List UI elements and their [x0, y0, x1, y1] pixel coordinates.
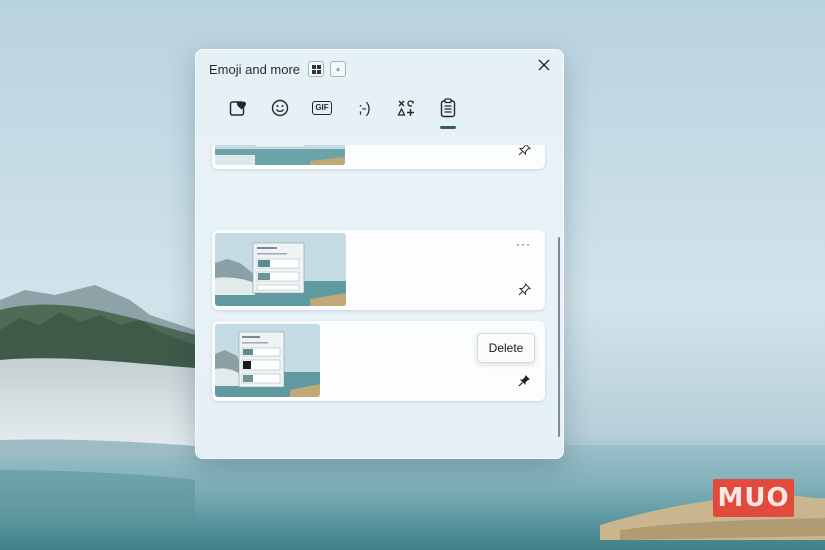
pin-icon[interactable] — [518, 145, 531, 156]
small-toggle-button[interactable]: ∘ — [330, 61, 347, 77]
grid-view-button[interactable] — [308, 61, 325, 77]
pin-icon[interactable] — [518, 283, 531, 296]
pinned-icon[interactable] — [518, 374, 531, 387]
heart-note-icon — [229, 101, 247, 116]
tab-favorites[interactable] — [217, 96, 259, 120]
category-tabs: GIF ;-) — [217, 96, 469, 129]
smiley-icon — [271, 99, 289, 117]
clip-image-thumbnail — [215, 324, 320, 397]
close-button[interactable] — [534, 55, 554, 75]
kaomoji-icon: ;-) — [358, 99, 370, 117]
panel-title: Emoji and more — [209, 61, 301, 77]
panel-header: Emoji and more ∘ — [209, 61, 347, 77]
scrollbar[interactable] — [558, 237, 560, 437]
watermark-logo: MUO — [713, 479, 794, 517]
more-options-button[interactable]: ··· — [516, 238, 531, 250]
tab-kaomoji[interactable]: ;-) — [343, 96, 385, 120]
clipboard-history-list[interactable]: ··· — [195, 145, 564, 459]
clipboard-icon — [440, 98, 456, 118]
tab-clipboard-history[interactable] — [427, 96, 469, 129]
clipboard-item[interactable] — [212, 145, 545, 169]
clip-image-thumbnail — [215, 145, 345, 165]
symbols-icon — [397, 100, 414, 116]
clip-image-thumbnail — [215, 233, 346, 306]
delete-tooltip: Delete — [477, 333, 535, 363]
close-icon — [538, 59, 550, 71]
emoji-panel: Emoji and more ∘ GIF ;-) ··· — [195, 49, 564, 459]
tab-gif[interactable]: GIF — [301, 96, 343, 120]
clipboard-item[interactable]: ··· — [212, 230, 545, 310]
grid-icon — [311, 64, 321, 74]
tab-symbols[interactable] — [385, 96, 427, 120]
tab-emoji[interactable] — [259, 96, 301, 120]
gif-icon: GIF — [312, 101, 332, 115]
